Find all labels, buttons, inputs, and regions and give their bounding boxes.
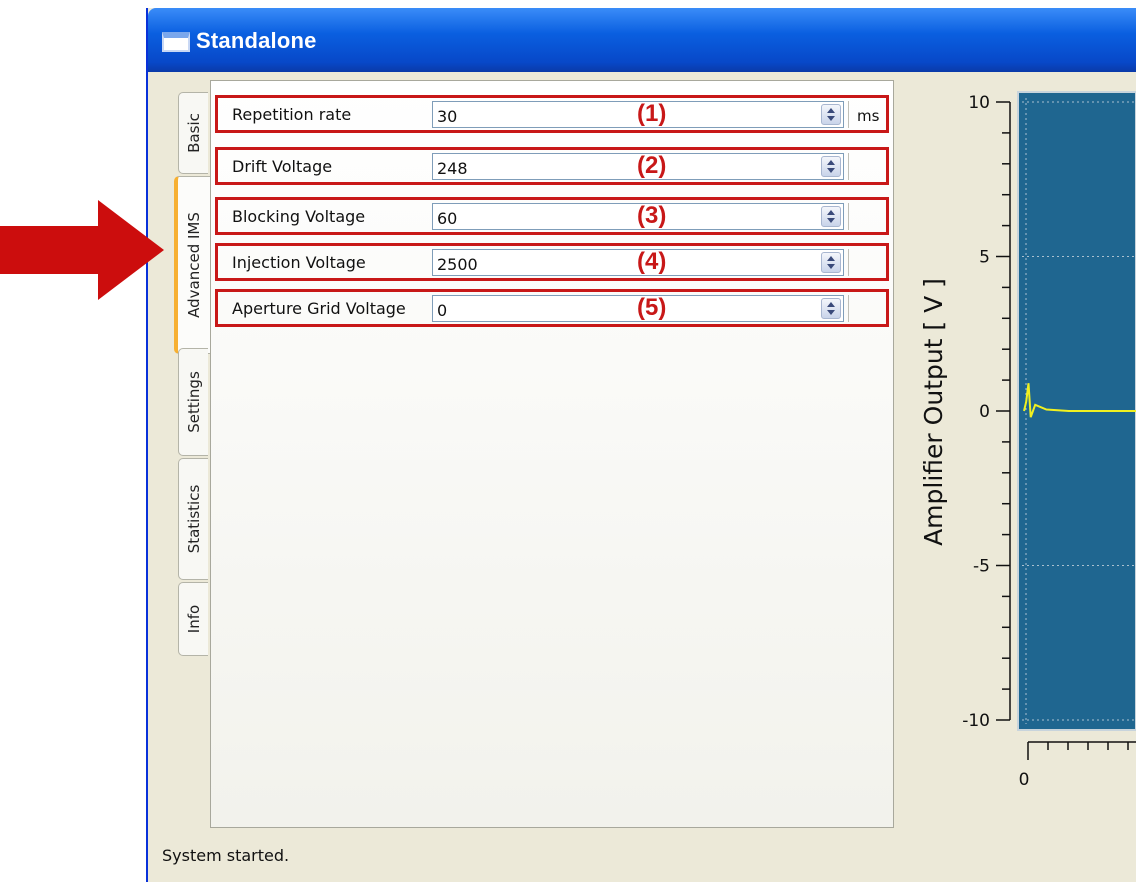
tab-info[interactable]: Info — [178, 582, 208, 656]
red-arrow-icon — [0, 200, 164, 300]
spin-arrows-icon[interactable] — [821, 252, 841, 273]
field-label: Injection Voltage — [232, 253, 366, 272]
field-value: 60 — [437, 209, 458, 228]
unit-cell — [848, 203, 886, 230]
annotation-number: (4) — [637, 248, 667, 275]
spin-arrows-icon[interactable] — [821, 156, 841, 177]
tab-settings[interactable]: Settings — [178, 348, 208, 456]
annotation-number: (2) — [637, 152, 667, 179]
field-label: Repetition rate — [232, 105, 352, 124]
field-value: 30 — [437, 107, 458, 126]
window-title: Standalone — [196, 28, 317, 53]
spin-arrows-icon[interactable] — [821, 298, 841, 319]
field-value: 0 — [437, 301, 448, 320]
field-label: Blocking Voltage — [232, 207, 366, 226]
arrow-shape — [0, 200, 164, 300]
unit-cell: ms — [848, 101, 886, 128]
unit-cell — [848, 249, 886, 276]
title-bar[interactable]: Standalone — [148, 8, 1136, 72]
repetition-rate-spinbox[interactable]: 30 (1) — [432, 100, 844, 128]
tab-advanced-ims[interactable]: Advanced IMS — [174, 176, 210, 354]
status-bar-text: System started. — [162, 846, 290, 865]
annotation-number: (3) — [637, 202, 667, 229]
field-value: 248 — [437, 159, 468, 178]
field-label: Drift Voltage — [232, 157, 333, 176]
blocking-voltage-spinbox[interactable]: 60 (3) — [432, 202, 844, 230]
blocking-voltage-row: Blocking Voltage 60 (3) — [215, 197, 889, 235]
unit-cell — [848, 153, 886, 180]
app-window: Standalone Basic Advanced IMS Settings S… — [146, 8, 1136, 882]
aperture-grid-voltage-spinbox[interactable]: 0 (5) — [432, 294, 844, 322]
annotation-number: (1) — [637, 100, 667, 127]
drift-voltage-row: Drift Voltage 248 (2) — [215, 147, 889, 185]
annotation-number: (5) — [637, 294, 667, 321]
injection-voltage-spinbox[interactable]: 2500 (4) — [432, 248, 844, 276]
advanced-ims-panel: Repetition rate 30 (1) ms Drift Voltage … — [210, 80, 894, 828]
spin-arrows-icon[interactable] — [821, 206, 841, 227]
aperture-grid-voltage-row: Aperture Grid Voltage 0 (5) — [215, 289, 889, 327]
repetition-rate-row: Repetition rate 30 (1) ms — [215, 95, 889, 133]
injection-voltage-row: Injection Voltage 2500 (4) — [215, 243, 889, 281]
field-value: 2500 — [437, 255, 478, 274]
field-label: Aperture Grid Voltage — [232, 299, 406, 318]
unit-cell — [848, 295, 886, 322]
drift-voltage-spinbox[interactable]: 248 (2) — [432, 152, 844, 180]
tab-statistics[interactable]: Statistics — [178, 458, 208, 580]
spin-arrows-icon[interactable] — [821, 104, 841, 125]
unit-label: ms — [857, 107, 880, 125]
tab-basic[interactable]: Basic — [178, 92, 208, 174]
